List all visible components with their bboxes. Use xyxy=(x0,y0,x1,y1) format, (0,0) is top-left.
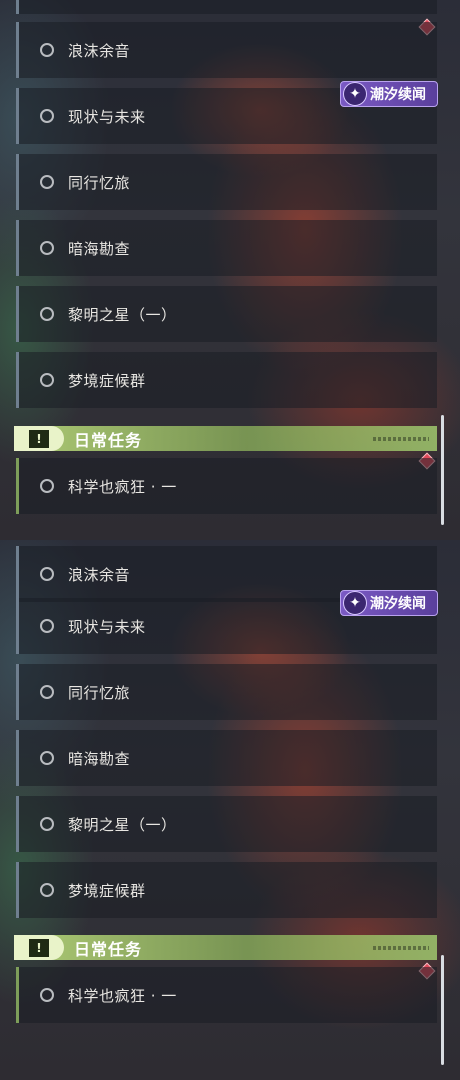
daily-quests-title: 日常任务 xyxy=(74,430,143,450)
quest-status-circle-icon xyxy=(40,175,54,189)
quest-status-circle-icon xyxy=(40,567,54,581)
quest-status-circle-icon xyxy=(40,109,54,123)
quest-item[interactable]: 同行忆旅 xyxy=(16,664,437,720)
quest-label: 暗海勘查 xyxy=(68,749,131,768)
quest-status-circle-icon xyxy=(40,619,54,633)
quest-status-circle-icon xyxy=(40,685,54,699)
quest-item[interactable]: 梦境症候群 xyxy=(16,862,437,918)
event-badge-label: 潮汐续闻 xyxy=(370,596,426,612)
daily-quests-header[interactable]: ! 日常任务 xyxy=(14,426,437,451)
sparkle-icon: ✦ xyxy=(343,82,367,106)
quest-status-circle-icon xyxy=(40,373,54,387)
quest-item[interactable]: 浪沫余音 xyxy=(16,22,437,78)
quest-status-circle-icon xyxy=(40,43,54,57)
quest-label: 梦境症候群 xyxy=(68,881,146,900)
sparkle-icon: ✦ xyxy=(343,591,367,615)
quest-status-circle-icon xyxy=(40,988,54,1002)
daily-quest-item[interactable]: 科学也疯狂 · 一 xyxy=(16,967,437,1023)
scrollbar-thumb[interactable] xyxy=(441,955,444,1065)
quest-label: 暗海勘查 xyxy=(68,239,131,258)
quest-label: 同行忆旅 xyxy=(68,173,131,192)
event-badge: ✦ 潮汐续闻 xyxy=(340,590,438,616)
exclamation-box-icon: ! xyxy=(29,938,49,957)
quest-label: 浪沫余音 xyxy=(68,565,131,584)
quest-status-circle-icon xyxy=(40,751,54,765)
quest-status-circle-icon xyxy=(40,883,54,897)
daily-quests-title: 日常任务 xyxy=(74,939,143,959)
quest-status-circle-icon xyxy=(40,817,54,831)
quest-status-circle-icon xyxy=(40,479,54,493)
exclamation-box-icon: ! xyxy=(29,429,49,448)
quest-item[interactable]: 梦境症候群 xyxy=(16,352,437,408)
quest-label: 现状与未来 xyxy=(68,107,146,126)
quest-item[interactable]: 暗海勘查 xyxy=(16,220,437,276)
header-decoration xyxy=(373,436,429,441)
quest-item[interactable]: 黎明之星（一） xyxy=(16,286,437,342)
daily-quests-header[interactable]: ! 日常任务 xyxy=(14,935,437,960)
quest-item[interactable]: 暗海勘查 xyxy=(16,730,437,786)
quest-status-circle-icon xyxy=(40,307,54,321)
header-decoration xyxy=(373,945,429,950)
quest-label: 黎明之星（一） xyxy=(68,305,177,324)
quest-label: 黎明之星（一） xyxy=(68,815,177,834)
scrollbar-thumb[interactable] xyxy=(441,415,444,525)
quest-label: 现状与未来 xyxy=(68,617,146,636)
quest-panel-top: 浪沫余音 现状与未来 ✦ 潮汐续闻 同行忆旅 暗海勘查 黎明之星（一） 梦境症候… xyxy=(0,0,460,540)
quest-item[interactable]: 黎明之星（一） xyxy=(16,796,437,852)
event-badge: ✦ 潮汐续闻 xyxy=(340,81,438,107)
daily-quest-item[interactable]: 科学也疯狂 · 一 xyxy=(16,458,437,514)
quest-label: 科学也疯狂 · 一 xyxy=(68,986,177,1005)
event-badge-label: 潮汐续闻 xyxy=(370,87,426,103)
quest-label: 浪沫余音 xyxy=(68,41,131,60)
quest-item-partial[interactable] xyxy=(16,0,437,14)
quest-panel-bottom: 浪沫余音 现状与未来 ✦ 潮汐续闻 同行忆旅 暗海勘查 黎明之星（一） 梦境症候… xyxy=(0,540,460,1080)
quest-status-circle-icon xyxy=(40,241,54,255)
quest-label: 同行忆旅 xyxy=(68,683,131,702)
quest-label: 科学也疯狂 · 一 xyxy=(68,477,177,496)
quest-label: 梦境症候群 xyxy=(68,371,146,390)
quest-item[interactable]: 同行忆旅 xyxy=(16,154,437,210)
